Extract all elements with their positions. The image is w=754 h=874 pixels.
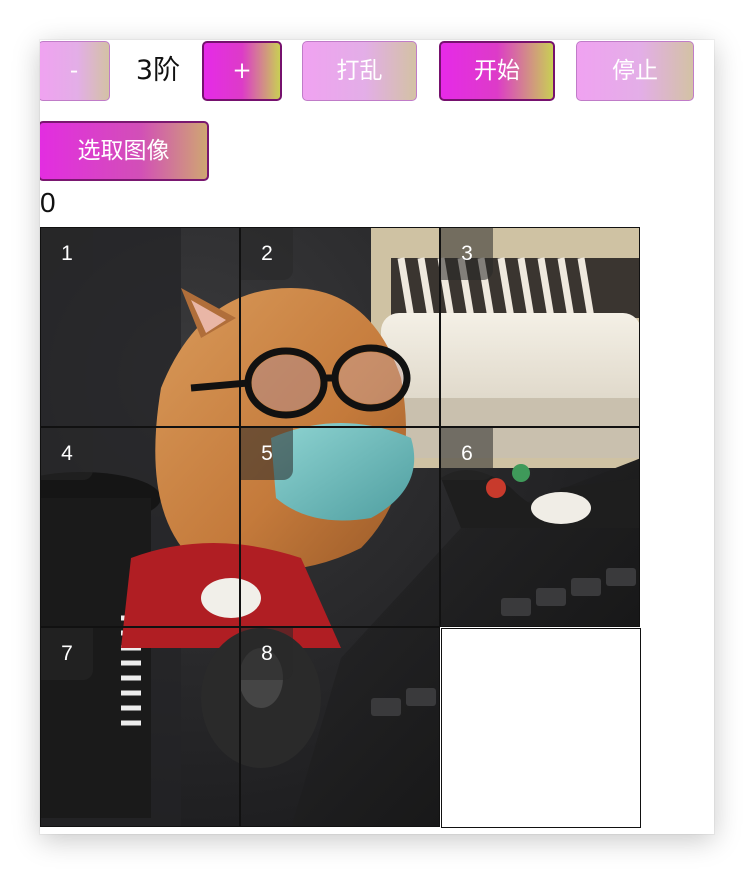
empty-slot <box>441 628 641 828</box>
puzzle-tile[interactable]: 2 <box>240 227 440 427</box>
stop-button[interactable]: 停止 <box>576 41 694 101</box>
decrease-level-label: - <box>69 58 79 84</box>
increase-level-label: + <box>232 58 252 84</box>
puzzle-tile[interactable]: 8 <box>240 627 440 827</box>
step-counter: 0 <box>40 187 56 218</box>
tile-number: 5 <box>241 428 293 480</box>
puzzle-tile[interactable]: 4 <box>40 427 240 627</box>
puzzle-tile[interactable]: 3 <box>440 227 640 427</box>
puzzle-tile[interactable]: 5 <box>240 427 440 627</box>
puzzle-tile[interactable]: 7 <box>40 627 240 827</box>
stop-label: 停止 <box>612 58 658 84</box>
tile-number: 7 <box>41 628 93 680</box>
tile-number: 4 <box>41 428 93 480</box>
tile-number: 6 <box>441 428 493 480</box>
puzzle-board: 1 2 3 4 5 6 7 8 <box>40 227 641 828</box>
increase-level-button[interactable]: + <box>202 41 282 101</box>
start-button[interactable]: 开始 <box>439 41 555 101</box>
puzzle-tile[interactable]: 1 <box>40 227 240 427</box>
tile-number: 1 <box>41 228 93 280</box>
tile-number: 3 <box>441 228 493 280</box>
shuffle-button[interactable]: 打乱 <box>302 41 417 101</box>
pick-image-label: 选取图像 <box>77 138 170 164</box>
level-label: 3阶 <box>135 55 181 86</box>
start-label: 开始 <box>474 58 520 84</box>
app-window: - 3阶 + 打乱 开始 停止 选取图像 0 1 2 3 4 5 6 7 8 <box>40 40 714 834</box>
shuffle-label: 打乱 <box>336 58 383 84</box>
tile-number: 8 <box>241 628 293 680</box>
tile-number: 2 <box>241 228 293 280</box>
puzzle-tile[interactable]: 6 <box>440 427 640 627</box>
decrease-level-button[interactable]: - <box>40 41 110 101</box>
pick-image-button[interactable]: 选取图像 <box>40 121 209 181</box>
